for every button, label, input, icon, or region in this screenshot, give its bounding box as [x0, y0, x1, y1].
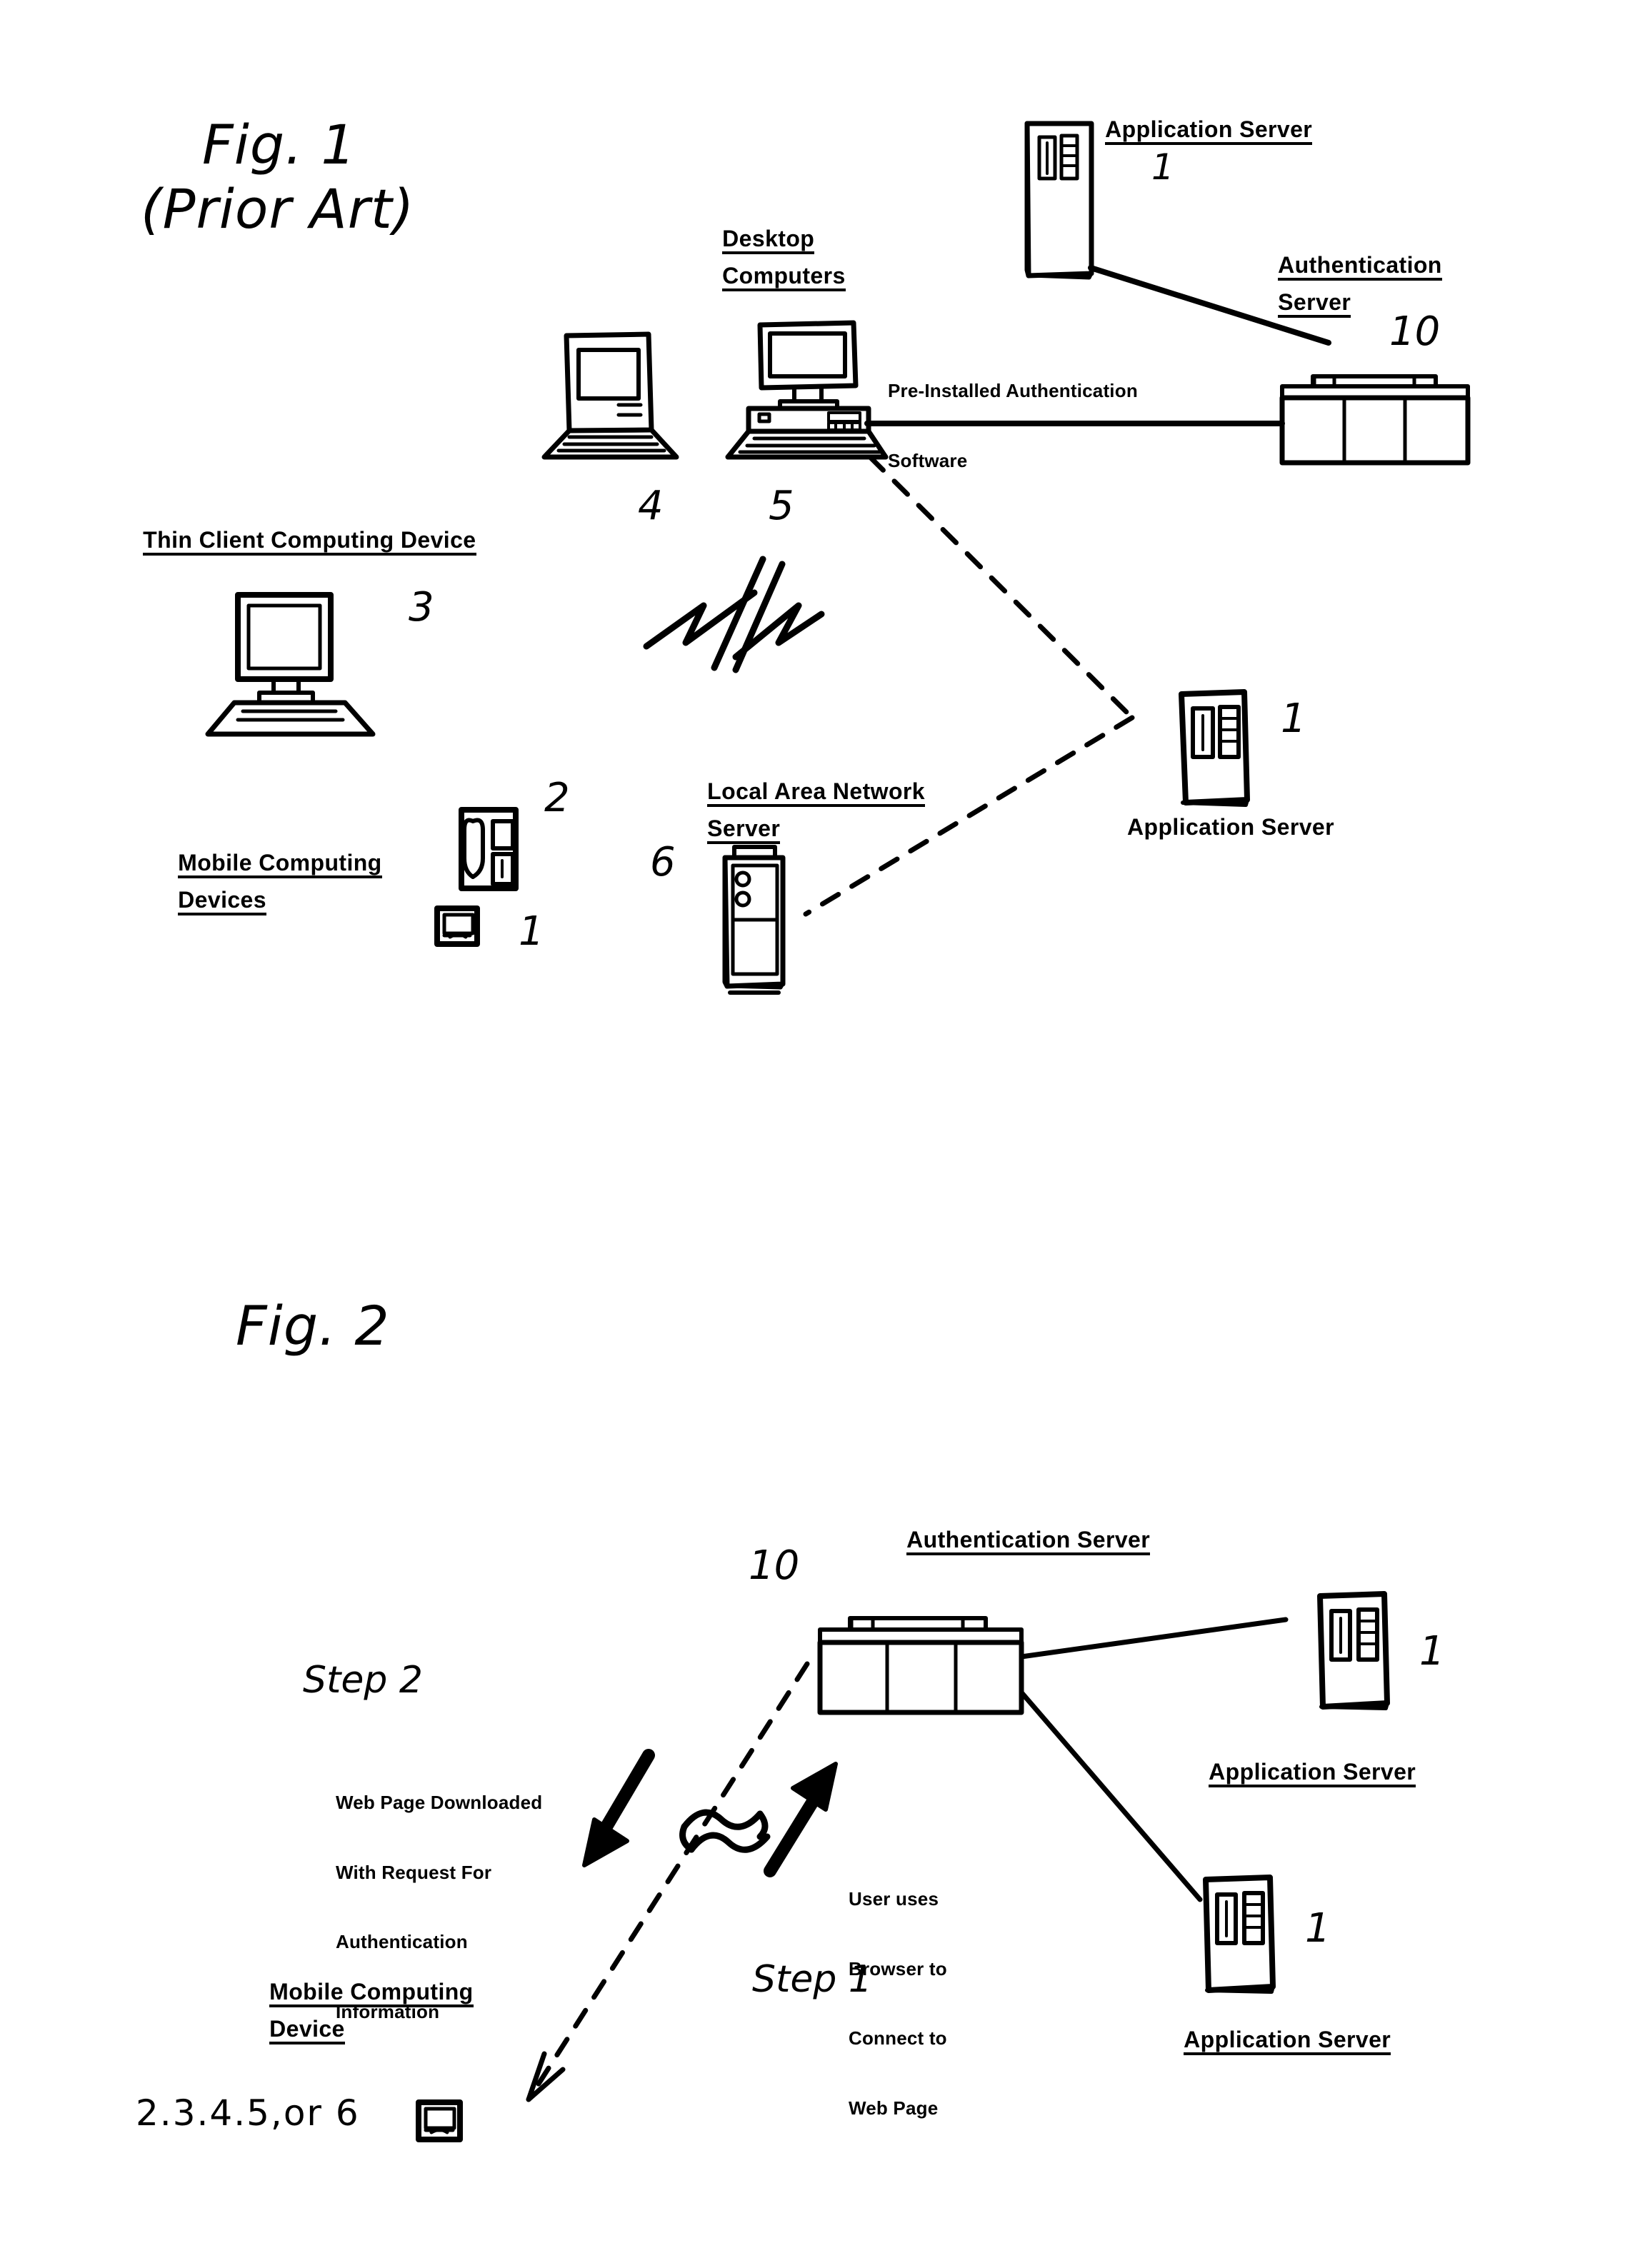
fig1-ref-app-server-right: 1 — [1281, 696, 1306, 742]
fig1-ref-auth-server: 10 — [1389, 308, 1441, 355]
fig1-application-server-tower-right-icon — [1179, 689, 1250, 807]
fig1-title-line1: Fig. 1 — [202, 113, 356, 176]
fig2-step1-up-arrow-icon — [764, 1762, 838, 1877]
fig2-authentication-server-rack-icon — [817, 1616, 1024, 1715]
fig2-ref-app-server-lower: 1 — [1305, 1905, 1331, 1952]
fig1-label-desktop-computers-line2: Computers — [696, 236, 846, 318]
fig1-label-authentication-server-line2: Server — [1251, 262, 1351, 345]
fig1-ref-pda: 1 — [519, 908, 544, 955]
fig1-mobile-phone-icon — [459, 807, 519, 891]
fig1-ref-app-server-top: 1 — [1151, 146, 1174, 188]
fig2-title: Fig. 2 — [236, 1294, 390, 1358]
patent-drawing-sheet: Fig. 1 (Prior Art) Desktop Computers App… — [0, 0, 1635, 2268]
fig2-step1-note: User uses Browser to Connect to Web Page — [849, 1888, 947, 2119]
fig2-label-application-server-upper: Application Server — [1182, 1732, 1416, 1815]
fig2-pda-icon — [416, 2099, 463, 2142]
fig1-ref-lan-server: 6 — [650, 839, 676, 885]
fig1-title-line2: (Prior Art) — [141, 177, 415, 241]
fig2-step2-down-arrow-icon — [582, 1749, 655, 1867]
fig2-application-server-tower-upper-icon — [1317, 1591, 1390, 1710]
fig1-laptop-icon — [541, 331, 679, 460]
fig2-link-auth-to-appserver-lower — [1019, 1690, 1203, 1902]
fig2-label-mobile-device-line2: Device — [243, 1989, 345, 2072]
fig1-dashed-network-links — [803, 454, 1135, 917]
fig2-step2-label: Step 2 — [303, 1659, 424, 1702]
fig1-desktop-computer-icon — [725, 320, 889, 460]
fig1-label-lan-server-line2: Server — [681, 788, 781, 871]
fig2-application-server-tower-lower-icon — [1203, 1875, 1276, 1994]
fig2-link-auth-to-appserver-upper — [1019, 1617, 1289, 1660]
fig1-label-thin-client: Thin Client Computing Device — [116, 500, 476, 583]
fig1-label-application-server-right: Application Server — [1127, 814, 1334, 840]
fig1-thin-client-icon — [205, 592, 376, 737]
fig2-step2-dashed-arrow — [526, 1661, 810, 2102]
fig1-ref-phone: 2 — [544, 775, 570, 821]
fig2-ref-mobile-device-list: 2.3.4.5,or 6 — [136, 2092, 360, 2134]
fig2-label-application-server-lower: Application Server — [1157, 1999, 1391, 2082]
fig1-ref-laptop: 4 — [638, 483, 664, 529]
fig1-authentication-server-rack-icon — [1279, 374, 1471, 466]
fig2-step1-label: Step 1 — [752, 1958, 873, 2001]
fig2-step2-note: Web Page Downloaded With Request For Aut… — [336, 1792, 543, 2022]
fig1-label-application-server-top: Application Server — [1079, 89, 1313, 172]
fig2-ref-auth-server: 10 — [749, 1542, 800, 1589]
fig1-label-mobile-devices-line2: Devices — [151, 860, 266, 943]
fig2-ref-app-server-upper: 1 — [1419, 1628, 1445, 1675]
fig1-wireless-signal-icon — [643, 556, 825, 673]
fig1-ref-thin-client: 3 — [409, 584, 434, 631]
fig2-label-authentication-server: Authentication Server — [880, 1500, 1151, 1582]
fig1-pda-icon — [434, 905, 480, 947]
fig1-ref-desktop: 5 — [769, 483, 794, 529]
fig2-wireless-squiggle-icon — [679, 1809, 771, 1853]
fig1-note-pre-installed-software: Pre-Installed Authentication Software — [888, 380, 1138, 471]
